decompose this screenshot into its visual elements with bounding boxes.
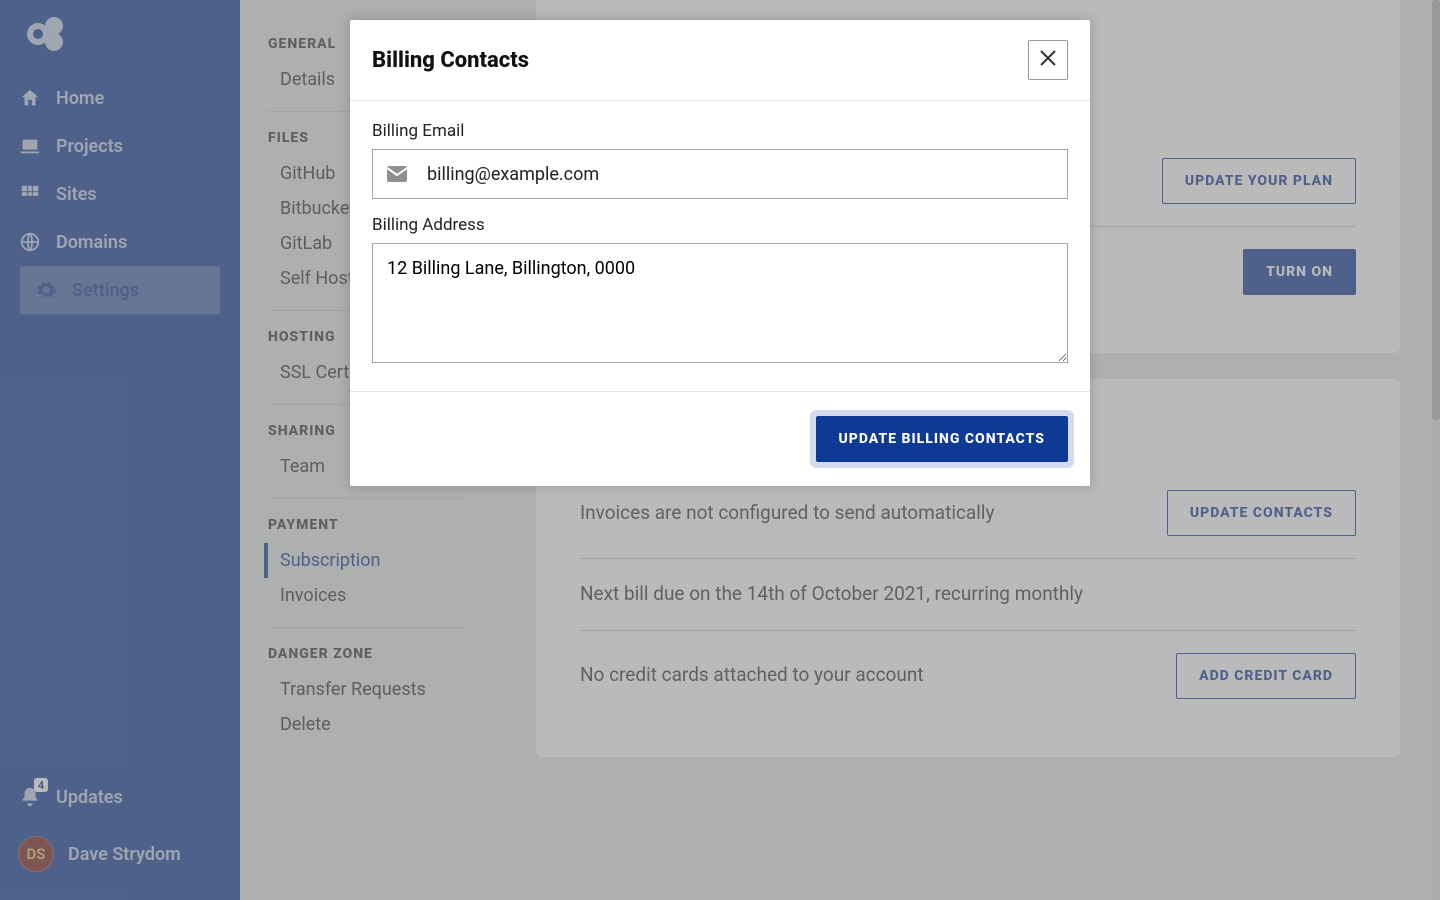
- modal-title: Billing Contacts: [372, 48, 529, 73]
- address-field-label: Billing Address: [372, 215, 1068, 235]
- mail-icon: [373, 166, 421, 182]
- update-billing-contacts-button[interactable]: UPDATE BILLING CONTACTS: [816, 416, 1069, 462]
- billing-email-input[interactable]: [421, 150, 1067, 198]
- email-input-wrap: [372, 149, 1068, 199]
- email-field-label: Billing Email: [372, 121, 1068, 141]
- billing-contacts-modal: Billing Contacts Billing Email Billing A…: [350, 20, 1090, 486]
- close-icon: [1039, 48, 1057, 72]
- billing-address-textarea[interactable]: [372, 243, 1068, 363]
- modal-close-button[interactable]: [1028, 40, 1068, 80]
